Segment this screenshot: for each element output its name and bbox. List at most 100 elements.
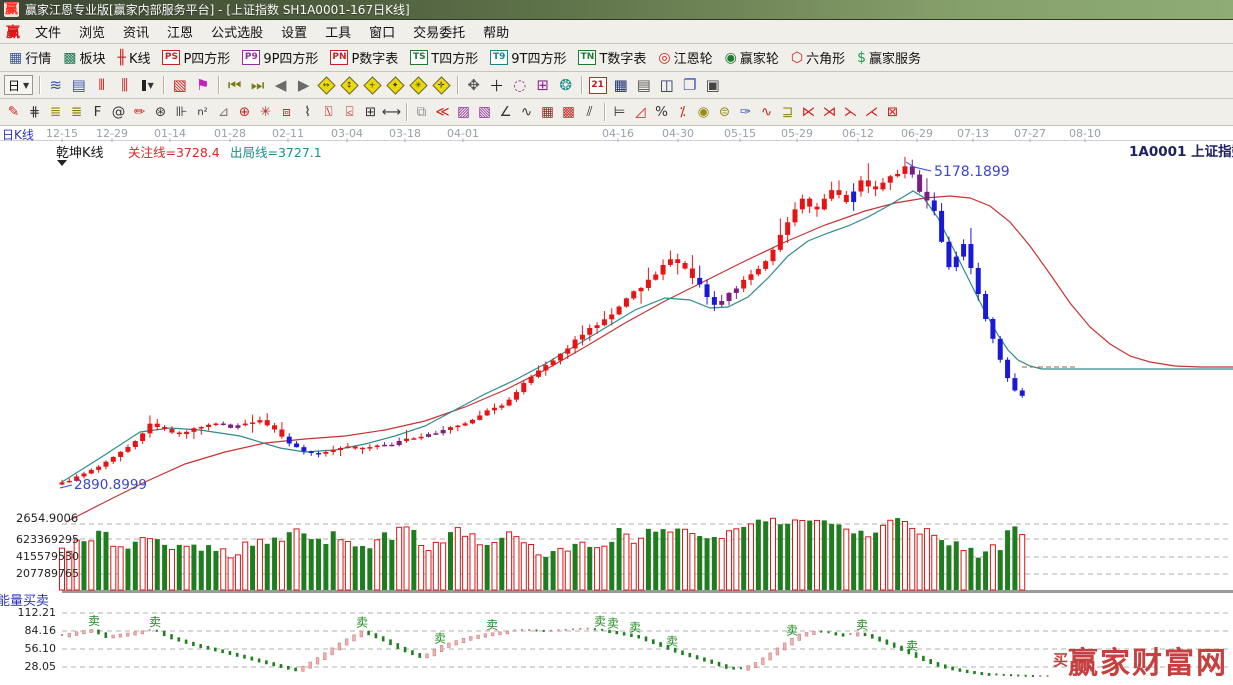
blue-pen-icon[interactable]: ✑: [735, 102, 756, 122]
fibonacci-icon[interactable]: F: [87, 102, 108, 122]
percent-icon[interactable]: %: [651, 102, 672, 122]
star-burst-icon[interactable]: ✳: [255, 102, 276, 122]
info-doc-icon[interactable]: ▤: [67, 75, 90, 96]
gold-ring-icon[interactable]: ◉: [693, 102, 714, 122]
hand-tool-icon[interactable]: ✥: [462, 75, 485, 96]
sectors-button[interactable]: ▩板块: [57, 47, 111, 69]
fan-box-icon[interactable]: ▨: [453, 102, 474, 122]
percent-triangle-icon[interactable]: ◿: [630, 102, 651, 122]
menu-item-trade-order[interactable]: 交易委托: [404, 20, 474, 43]
chart-area[interactable]: 12-1512-2901-1401-2802-1103-0403-1804-01…: [0, 126, 1233, 685]
menu-item-browse[interactable]: 浏览: [70, 20, 114, 43]
hexagon-button[interactable]: ⬡六角形: [785, 47, 851, 69]
last-bar-icon[interactable]: ⏭: [246, 75, 269, 96]
menu-item-help[interactable]: 帮助: [474, 20, 518, 43]
print-icon[interactable]: ▣: [701, 75, 724, 96]
p-square-button[interactable]: PSP四方形: [156, 47, 236, 69]
god-grid-icon[interactable]: ⍂: [318, 102, 339, 122]
tick-ruler-icon[interactable]: ⊪: [171, 102, 192, 122]
kline-button[interactable]: ╫K线: [112, 47, 157, 69]
gann-diamond-star-icon[interactable]: ✦: [384, 75, 407, 96]
spiral-icon[interactable]: @: [108, 102, 129, 122]
menu-item-file[interactable]: 文件: [26, 20, 70, 43]
menu-item-news[interactable]: 资讯: [114, 20, 158, 43]
bars-3-icon[interactable]: ⫴: [90, 75, 113, 96]
win-angle-icon[interactable]: ⊠: [882, 102, 903, 122]
single-candle-button[interactable]: ▼: [136, 75, 159, 96]
move-angle-icon[interactable]: ⋌: [861, 102, 882, 122]
menu-item-settings[interactable]: 设置: [272, 20, 316, 43]
banner-grid-icon[interactable]: ⍃: [339, 102, 360, 122]
grid-tool-icon[interactable]: ⊞: [531, 75, 554, 96]
menu-item-window[interactable]: 窗口: [360, 20, 404, 43]
gann-diamond-vert-icon[interactable]: ↕: [338, 75, 361, 96]
cycle-circle-icon[interactable]: ⊛: [150, 102, 171, 122]
kline-type-dropdown-icon[interactable]: [57, 160, 67, 166]
winner-wheel-button[interactable]: ◉赢家轮: [719, 47, 785, 69]
count-ruler-icon[interactable]: ⊞: [360, 102, 381, 122]
fan-lines-icon[interactable]: ≪: [432, 102, 453, 122]
gold-ladder2-icon[interactable]: ≣: [66, 102, 87, 122]
wave-mark-icon[interactable]: ⌇: [297, 102, 318, 122]
gann-diamond-left-icon[interactable]: ↔: [315, 75, 338, 96]
gann-pencil-icon[interactable]: ✎: [3, 102, 24, 122]
mirror-angle-icon[interactable]: ⊿: [213, 102, 234, 122]
gann-diamond-cross-icon[interactable]: ✛: [430, 75, 453, 96]
zigzag-icon[interactable]: ∿: [516, 102, 537, 122]
menu-item-gann[interactable]: 江恩: [158, 20, 202, 43]
next-bar-icon[interactable]: ▶: [292, 75, 315, 96]
f-angle-icon[interactable]: ⋊: [819, 102, 840, 122]
flag-icon[interactable]: ⚑: [191, 75, 214, 96]
p-number-table-button[interactable]: PNP数字表: [324, 47, 404, 69]
prev-bar-icon[interactable]: ◀: [269, 75, 292, 96]
crosshair-tool-icon[interactable]: ＋: [485, 75, 508, 96]
target-cross-icon[interactable]: ⊕: [234, 102, 255, 122]
measure-icon[interactable]: ⊨: [609, 102, 630, 122]
calendar-icon[interactable]: 21: [586, 75, 609, 96]
gold-angle-icon[interactable]: ⋋: [840, 102, 861, 122]
trend-wave-icon[interactable]: ≋: [44, 75, 67, 96]
gold-level-icon[interactable]: ⊜: [714, 102, 735, 122]
indicator-dot: [579, 628, 581, 630]
winner-service-button[interactable]: $赢家服务: [851, 47, 927, 69]
span-arrow-icon[interactable]: ⟷: [381, 102, 402, 122]
percent-line-icon[interactable]: ⁒: [672, 102, 693, 122]
kline-pattern-icon[interactable]: ▧: [168, 75, 191, 96]
9p-square-button[interactable]: P99P四方形: [236, 47, 324, 69]
first-bar-icon[interactable]: ⏮: [223, 75, 246, 96]
gann-diamond-plus-icon[interactable]: +: [361, 75, 384, 96]
red-grid2-icon[interactable]: ▩: [558, 102, 579, 122]
t-square-button[interactable]: TST四方形: [404, 47, 484, 69]
menu-item-formula-stock-pick[interactable]: 公式选股: [202, 20, 272, 43]
marker-pencil-icon[interactable]: ✏: [129, 102, 150, 122]
period-day-button[interactable]: 日▼: [4, 75, 33, 95]
calculator-icon[interactable]: ▦: [609, 75, 632, 96]
box-select-icon[interactable]: ⧉: [411, 102, 432, 122]
t-number-table-button[interactable]: TNT数字表: [572, 47, 652, 69]
kline-chart[interactable]: 12-1512-2901-1401-2802-1103-0403-1804-01…: [0, 126, 1233, 685]
save-icon[interactable]: ◫: [655, 75, 678, 96]
angle-line-icon[interactable]: ∠: [495, 102, 516, 122]
9t-square-button[interactable]: T99T四方形: [484, 47, 572, 69]
fan-box2-icon[interactable]: ▧: [474, 102, 495, 122]
time-ruler-icon[interactable]: ⋕: [24, 102, 45, 122]
grid-target-icon[interactable]: ⧈: [276, 102, 297, 122]
knot-tool-icon[interactable]: ❂: [554, 75, 577, 96]
quotes-button[interactable]: ▦行情: [3, 47, 57, 69]
notes-icon[interactable]: ▤: [632, 75, 655, 96]
red-grid-icon[interactable]: ▦: [537, 102, 558, 122]
toolbar-main: ▦行情▩板块╫K线PSP四方形P99P四方形PNP数字表TST四方形T99T四方…: [0, 44, 1233, 72]
window-titlebar[interactable]: 赢 赢家江恩专业版[赢家内部服务平台] - [上证指数 SH1A0001-167…: [0, 0, 1233, 20]
red-wave-icon[interactable]: ∿: [756, 102, 777, 122]
gold-ladder-icon[interactable]: ≣: [45, 102, 66, 122]
gold-under-icon[interactable]: ⊒: [777, 102, 798, 122]
gann-wheel-button[interactable]: ◎江恩轮: [652, 47, 718, 69]
gann-diamond-burst-icon[interactable]: ✳: [407, 75, 430, 96]
export-icon[interactable]: ❐: [678, 75, 701, 96]
j-angle-icon[interactable]: ⋉: [798, 102, 819, 122]
zoom-tool-icon[interactable]: ◌: [508, 75, 531, 96]
bars-9-icon[interactable]: ⫼: [113, 75, 136, 96]
n-square-icon[interactable]: n²: [192, 102, 213, 122]
menu-item-tools[interactable]: 工具: [316, 20, 360, 43]
parallel-lines-icon[interactable]: ⫽: [579, 102, 600, 122]
